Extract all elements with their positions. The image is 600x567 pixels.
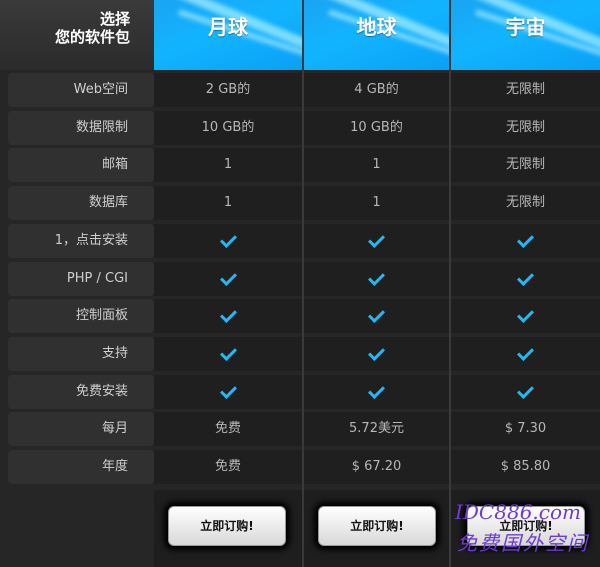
table-row: Web空间 2 GB的 4 GB的 无限制: [0, 72, 600, 109]
plan-title-earth: 地球: [356, 15, 397, 39]
row-label: 支持: [8, 336, 154, 371]
value-cell: 4 GB的: [304, 73, 449, 107]
row-label: 年度: [8, 450, 154, 484]
value-cell: 无限制: [451, 73, 600, 107]
table-row: PHP / CGI: [0, 261, 600, 298]
checkmark-cell: [154, 223, 302, 258]
checkmark-cell: [154, 299, 302, 334]
checkmark-cell: [451, 223, 600, 258]
column-divider: [449, 0, 451, 567]
table-row: 控制面板: [0, 298, 600, 335]
checkmark-cell: [304, 261, 449, 296]
checkmark-icon: [219, 230, 237, 248]
checkmark-icon: [219, 343, 237, 361]
table-row: 数据限制 10 GB的 10 GB的 无限制: [0, 110, 600, 147]
row-label: 邮箱: [8, 148, 154, 183]
table-row: 支持: [0, 336, 600, 373]
checkmark-icon: [219, 268, 237, 286]
pricing-table: 选择 您的软件包 月球 地球 宇宙 Web空间 2 GB的 4 GB的 无限制 数据限制…: [0, 0, 600, 567]
value-cell: $ 85.80: [451, 450, 600, 484]
plan-title-universe: 宇宙: [505, 15, 546, 39]
checkmark-cell: [304, 299, 449, 334]
plan-header-universe: 宇宙: [451, 0, 600, 70]
row-label: PHP / CGI: [8, 261, 154, 296]
header-corner-line2: 您的软件包: [54, 28, 130, 46]
checkmark-icon: [368, 343, 385, 361]
value-cell: 1: [304, 148, 449, 183]
checkmark-icon: [219, 306, 237, 324]
value-cell: 无限制: [451, 110, 600, 145]
buy-button-moon[interactable]: 立即订购!: [168, 506, 286, 546]
plan-header-earth: 地球: [304, 0, 449, 70]
table-row: 每月 免费 5.72美元 $ 7.30: [0, 411, 600, 448]
value-cell: 1: [154, 186, 302, 221]
watermark-domain: IDC886.com: [455, 500, 581, 524]
value-cell: $ 67.20: [304, 450, 449, 484]
checkmark-icon: [517, 381, 534, 399]
value-cell: 无限制: [451, 186, 600, 221]
value-cell: 1: [304, 186, 449, 221]
row-label: 数据限制: [8, 110, 154, 145]
checkmark-icon: [517, 230, 534, 248]
watermark-tagline: 免费国外空间: [457, 531, 589, 555]
checkmark-icon: [517, 343, 534, 361]
table-row: 年度 免费 $ 67.20 $ 85.80: [0, 449, 600, 486]
value-cell: 免费: [154, 450, 302, 484]
value-cell: 无限制: [451, 148, 600, 183]
plan-header-moon: 月球: [154, 0, 302, 70]
row-label: 每月: [8, 412, 154, 447]
checkmark-cell: [451, 261, 600, 296]
checkmark-icon: [368, 268, 385, 286]
checkmark-cell: [451, 299, 600, 334]
checkmark-cell: [451, 336, 600, 371]
checkmark-cell: [154, 261, 302, 296]
table-row: 1，点击安装: [0, 223, 600, 260]
value-cell: $ 7.30: [451, 412, 600, 447]
row-label: Web空间: [8, 73, 154, 107]
checkmark-icon: [368, 381, 385, 399]
value-cell: 免费: [154, 412, 302, 447]
checkmark-cell: [304, 336, 449, 371]
row-label: 数据库: [8, 186, 154, 221]
buy-area-moon: 立即订购!: [154, 490, 302, 567]
value-cell: 5.72美元: [304, 412, 449, 447]
table-row: 免费安装: [0, 374, 600, 411]
table-row: 数据库 1 1 无限制: [0, 185, 600, 222]
checkmark-cell: [304, 223, 449, 258]
checkmark-cell: [304, 374, 449, 409]
value-cell: 10 GB的: [304, 110, 449, 145]
value-cell: 10 GB的: [154, 110, 302, 145]
header-corner-line1: 选择: [99, 10, 130, 28]
checkmark-icon: [517, 306, 534, 324]
plan-title-moon: 月球: [208, 15, 248, 39]
checkmark-cell: [154, 336, 302, 371]
row-label: 免费安装: [8, 374, 154, 409]
buy-button-earth[interactable]: 立即订购!: [318, 506, 436, 546]
checkmark-cell: [154, 374, 302, 409]
value-cell: 1: [154, 148, 302, 183]
table-row: 邮箱 1 1 无限制: [0, 147, 600, 184]
buy-area-earth: 立即订购!: [304, 490, 449, 567]
checkmark-cell: [451, 374, 600, 409]
checkmark-icon: [368, 230, 385, 248]
row-label: 1，点击安装: [8, 223, 154, 258]
column-divider: [302, 0, 304, 567]
value-cell: 2 GB的: [154, 73, 302, 107]
checkmark-icon: [368, 306, 385, 324]
header-corner: 选择 您的软件包: [0, 0, 154, 70]
checkmark-icon: [517, 268, 534, 286]
row-label: 控制面板: [8, 299, 154, 334]
checkmark-icon: [219, 381, 237, 399]
